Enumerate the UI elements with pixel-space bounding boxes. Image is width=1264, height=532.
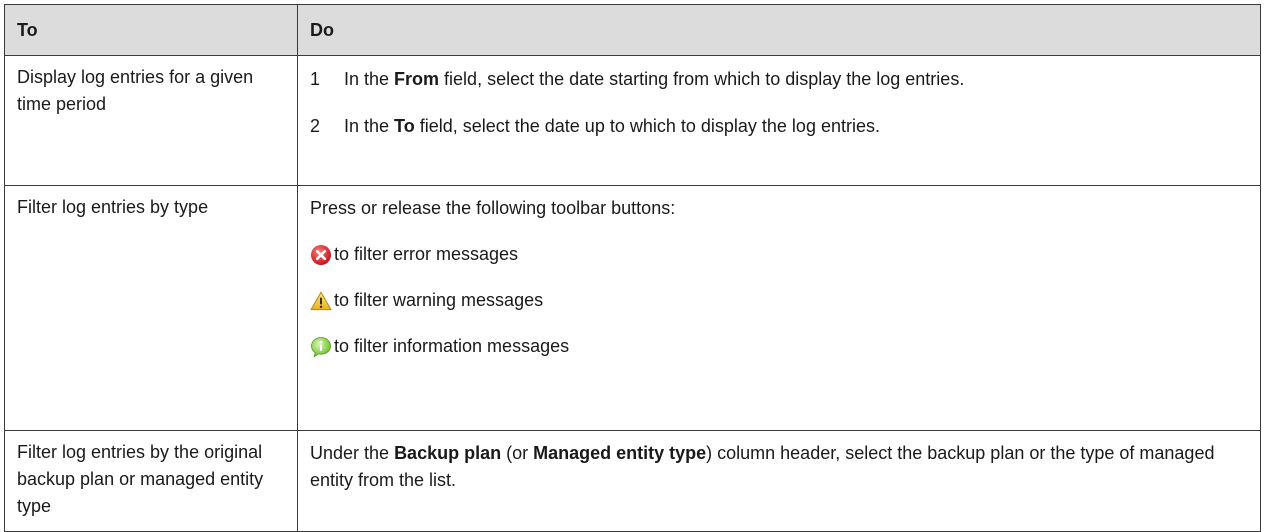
warning-filter-label: to filter warning messages	[334, 290, 544, 310]
step-number: 1	[310, 69, 321, 89]
step-item: 2 In the To field, select the date up to…	[310, 103, 1250, 150]
information-filter-row: to filter information messages	[310, 323, 1250, 369]
error-filter-label: to filter error messages	[334, 244, 519, 264]
step-item: 1 In the From field, select the date sta…	[310, 56, 1250, 103]
table-row: Display log entries for a given time per…	[4, 55, 1261, 186]
table-row: Filter log entries by the original backu…	[4, 430, 1261, 532]
error-icon	[311, 244, 331, 265]
table-header-row: To Do	[4, 4, 1261, 56]
to-cell-time-period: Display log entries for a given time per…	[4, 55, 298, 186]
step-text: In the From field, select the date start…	[344, 69, 965, 89]
to-cell-filter-type: Filter log entries by type	[4, 185, 298, 431]
warning-filter-row: to filter warning messages	[310, 277, 1250, 323]
do-cell-time-period: 1 In the From field, select the date sta…	[297, 55, 1261, 186]
information-filter-label: to filter information messages	[334, 336, 570, 356]
procedure-table: To Do Display log entries for a given ti…	[4, 4, 1261, 532]
information-icon	[311, 336, 331, 358]
error-filter-row: to filter error messages	[310, 231, 1250, 277]
column-name-backup-plan: Backup plan	[394, 443, 502, 463]
header-to: To	[4, 4, 298, 56]
column-name-managed-entity-type: Managed entity type	[533, 443, 707, 463]
field-name-from: From	[394, 69, 440, 89]
do-cell-filter-type: Press or release the following toolbar b…	[297, 185, 1261, 431]
intro-text: Press or release the following toolbar b…	[310, 198, 676, 218]
table-row: Filter log entries by type Press or rele…	[4, 185, 1261, 431]
warning-icon	[310, 291, 332, 310]
header-do: Do	[297, 4, 1261, 56]
step-text: In the To field, select the date up to w…	[344, 116, 880, 136]
backup-plan-instructions: Under the Backup plan (or Managed entity…	[310, 443, 1215, 490]
step-number: 2	[310, 116, 321, 136]
to-cell-backup-plan: Filter log entries by the original backu…	[4, 430, 298, 532]
do-cell-backup-plan: Under the Backup plan (or Managed entity…	[297, 430, 1261, 532]
field-name-to: To	[394, 116, 415, 136]
